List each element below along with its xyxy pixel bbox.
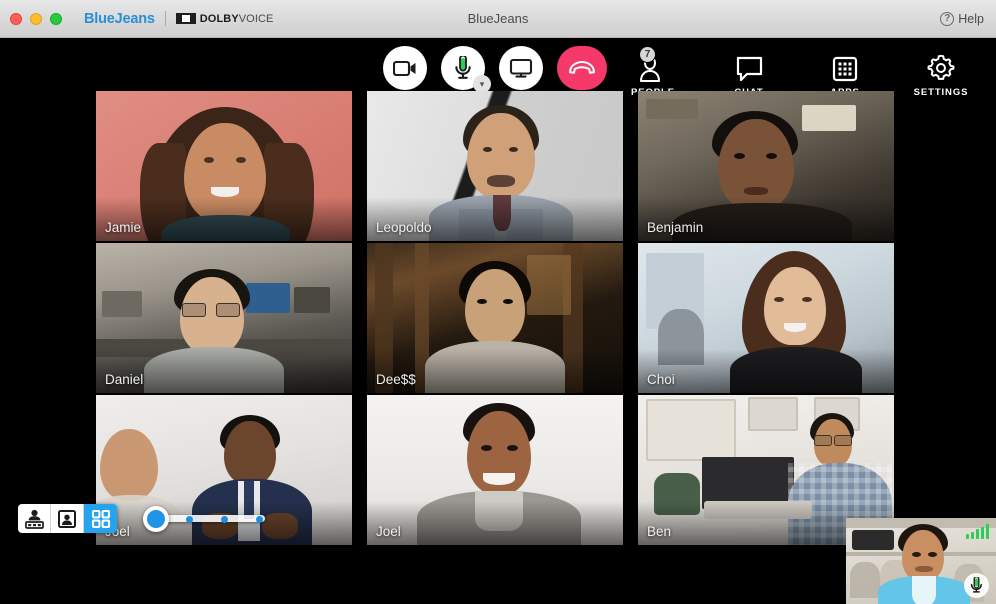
slider-handle[interactable] [143, 505, 169, 532]
dolby-voice-logo: DOLBYVOICE [175, 12, 274, 25]
minimize-window-button[interactable] [30, 12, 42, 25]
hang-up-button[interactable] [557, 46, 607, 90]
brand-area: BlueJeans DOLBYVOICE [84, 11, 273, 27]
participant-name: Daniel [105, 372, 144, 387]
help-label: Help [958, 11, 984, 26]
question-mark-icon: ? [940, 11, 955, 26]
settings-panel-button[interactable]: SETTINGS [908, 48, 974, 98]
speaker-view-button[interactable] [18, 504, 51, 533]
participant-name: Choi [647, 372, 675, 387]
participant-tile[interactable]: Daniel [96, 243, 352, 393]
person-with-filmstrip-icon [24, 509, 44, 529]
phone-hangup-icon [569, 61, 595, 74]
tile-gradient [367, 501, 623, 545]
participant-name: Benjamin [647, 220, 704, 235]
participant-tile[interactable]: Jamie [96, 91, 352, 241]
layout-controls [18, 504, 265, 533]
participant-name: Jamie [105, 220, 142, 235]
microphone-icon [970, 577, 982, 593]
self-view-pip[interactable] [846, 518, 996, 604]
participant-tile[interactable]: Leopoldo [367, 91, 623, 241]
brand-divider [164, 11, 166, 26]
monitor-icon [509, 58, 533, 78]
four-squares-grid-icon [91, 509, 110, 528]
camera-toggle-button[interactable] [383, 46, 427, 90]
slider-handle-core [147, 509, 165, 528]
participant-name: Dee$$ [376, 372, 416, 387]
microphone-icon [455, 55, 471, 79]
window-traffic-lights [0, 12, 62, 25]
dolby-double-d-icon [175, 13, 196, 24]
meeting-stage: ▾ 7 SETTINGS Jamie Leopoldo Benjamin Dan… [0, 38, 996, 604]
microphone-control-group: ▾ [441, 46, 491, 93]
tile-gradient [638, 349, 894, 393]
single-person-frame-icon [58, 509, 76, 528]
voice-wordmark: VOICE [238, 12, 274, 25]
participant-name: Ben [647, 524, 672, 539]
participant-name: Leopoldo [376, 220, 432, 235]
screen-share-button[interactable] [499, 46, 543, 90]
grid-apps-icon [832, 56, 858, 82]
slider-stop[interactable] [186, 515, 193, 523]
chat-bubble-icon [736, 56, 762, 82]
window-title-bar: BlueJeans DOLBYVOICE BlueJeans ? Help [0, 0, 996, 38]
bluejeans-logo: BlueJeans [84, 10, 155, 27]
slider-stop[interactable] [256, 515, 263, 523]
video-camera-icon [393, 60, 416, 76]
help-button[interactable]: ? Help [940, 11, 984, 26]
layout-mode-button-group [18, 504, 117, 533]
dolby-wordmark: DOLBY [199, 12, 239, 25]
tile-size-slider[interactable] [143, 505, 265, 532]
grid-view-button[interactable] [84, 504, 117, 533]
signal-strength-icon [966, 524, 989, 539]
participant-tile[interactable]: Dee$$ [367, 243, 623, 393]
participant-name: Joel [376, 524, 401, 539]
participant-video-grid: Jamie Leopoldo Benjamin Daniel Dee$$ Cho… [96, 91, 894, 545]
single-view-button[interactable] [51, 504, 84, 533]
people-count-badge: 7 [639, 46, 656, 63]
participant-tile[interactable]: Choi [638, 243, 894, 393]
self-view-mic-button[interactable] [964, 573, 989, 598]
participant-tile[interactable]: Joel [367, 395, 623, 545]
maximize-window-button[interactable] [50, 12, 62, 25]
primary-meeting-controls: ▾ [383, 46, 607, 93]
slider-stop[interactable] [221, 515, 228, 523]
participant-tile[interactable]: Benjamin [638, 91, 894, 241]
close-window-button[interactable] [10, 12, 22, 25]
settings-label: SETTINGS [913, 87, 969, 98]
gear-icon [927, 54, 955, 80]
